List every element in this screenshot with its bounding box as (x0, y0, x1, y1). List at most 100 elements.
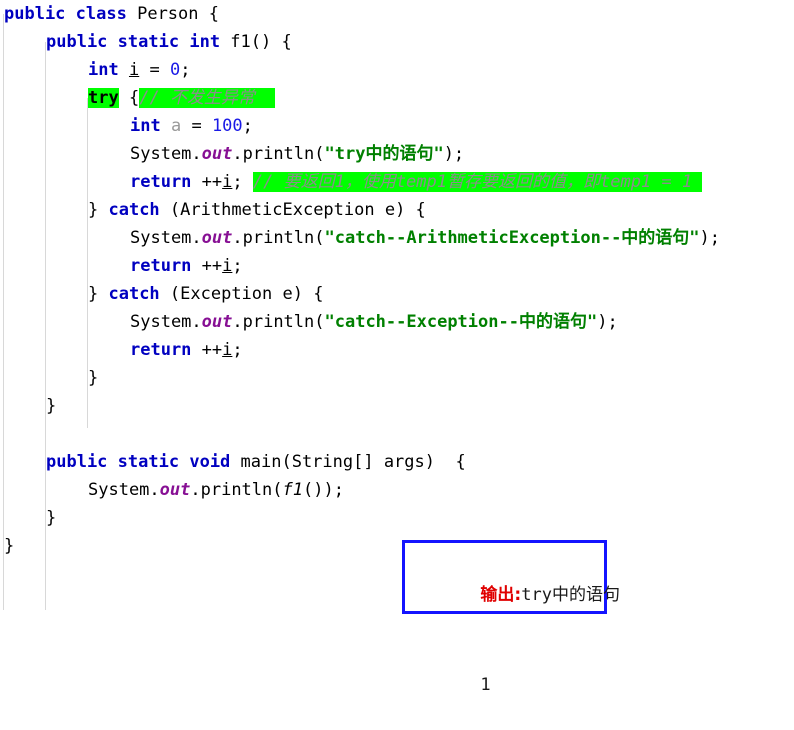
code-token: void (189, 452, 231, 472)
code-token: .println( (232, 144, 325, 164)
code-line[interactable]: System.out.println(f1()); (0, 476, 794, 504)
code-line[interactable]: int i = 0; (0, 56, 794, 84)
code-token: i (128, 60, 140, 80)
code-token: { (118, 88, 140, 108)
code-token: i (222, 172, 233, 192)
code-line[interactable]: public static void main(String[] args) { (0, 448, 794, 476)
code-token: ++ (191, 172, 223, 192)
code-line[interactable]: } catch (Exception e) { (0, 280, 794, 308)
code-token: public (4, 4, 66, 24)
code-token: ); (699, 228, 721, 248)
code-token: f1 (282, 480, 303, 500)
code-token: out (201, 312, 233, 332)
code-token: return (130, 172, 192, 192)
code-token: int (130, 116, 161, 136)
code-token: System. (88, 480, 160, 500)
code-token: out (201, 228, 233, 248)
code-token: ; (232, 340, 243, 360)
code-token: int (88, 60, 119, 80)
code-token: "try中的语句" (324, 144, 444, 164)
code-token: .println( (232, 312, 325, 332)
code-token: 100 (211, 116, 243, 136)
output-annotation-box: 输出:try中的语句 1 (402, 540, 620, 695)
output-value-2: 1 (480, 675, 491, 695)
code-line[interactable] (0, 420, 794, 448)
code-token: (ArithmeticException e) { (159, 200, 426, 220)
code-token: public (46, 452, 108, 472)
code-token: // 要返回1，使用temp1暂存要返回的值，即temp1 = 1 (252, 172, 703, 192)
code-token: static (117, 32, 180, 52)
code-token: main(String[] args) { (230, 452, 466, 472)
code-token: System. (130, 144, 202, 164)
code-token: (Exception e) { (159, 284, 324, 304)
code-token: ++ (191, 340, 223, 360)
code-token: out (159, 480, 191, 500)
code-line[interactable]: } (0, 532, 794, 560)
code-line[interactable]: } catch (ArithmeticException e) { (0, 196, 794, 224)
code-token: f1() { (220, 32, 292, 52)
code-token: i (222, 256, 233, 276)
code-line[interactable]: return ++i; (0, 336, 794, 364)
code-line[interactable]: System.out.println("catch--ArithmeticExc… (0, 224, 794, 252)
code-token: class (75, 4, 127, 24)
code-token: ); (443, 144, 465, 164)
code-token: int (189, 32, 221, 52)
code-token: try (88, 88, 119, 108)
code-token: } (88, 368, 99, 388)
code-editor[interactable]: public class Person {public static int f… (0, 0, 794, 695)
code-token: // 不发生异常 (139, 88, 276, 108)
code-token: static (117, 452, 180, 472)
code-line[interactable]: System.out.println("try中的语句"); (0, 140, 794, 168)
code-token: System. (130, 228, 202, 248)
code-line[interactable]: System.out.println("catch--Exception--中的… (0, 308, 794, 336)
code-token: out (201, 144, 233, 164)
code-token: = (139, 60, 170, 80)
code-line[interactable]: try {// 不发生异常 (0, 84, 794, 112)
code-token: System. (130, 312, 202, 332)
code-token: = (181, 116, 212, 136)
code-token: .println( (232, 228, 325, 248)
code-token: } (4, 536, 15, 556)
code-line[interactable]: public static int f1() { (0, 28, 794, 56)
code-token: "catch--ArithmeticException--中的语句" (324, 228, 700, 248)
code-line[interactable]: } (0, 392, 794, 420)
code-token: ; (242, 116, 253, 136)
code-line[interactable]: } (0, 364, 794, 392)
output-line-2: 1 (419, 640, 604, 730)
code-token: catch (108, 284, 160, 304)
code-token: a (170, 116, 182, 136)
code-line[interactable]: return ++i; (0, 252, 794, 280)
code-token: return (130, 340, 192, 360)
code-line[interactable]: return ++i; // 要返回1，使用temp1暂存要返回的值，即temp… (0, 168, 794, 196)
code-line[interactable]: } (0, 504, 794, 532)
code-token: Person { (126, 4, 219, 24)
code-token: i (222, 340, 233, 360)
code-token: public (46, 32, 108, 52)
code-token: ++ (191, 256, 223, 276)
code-token: ; (232, 256, 243, 276)
code-token: .println( (190, 480, 283, 500)
output-label: 输出: (480, 585, 522, 605)
code-token: ; (232, 172, 253, 192)
code-token: } (88, 284, 109, 304)
code-token: 0 (169, 60, 181, 80)
code-line[interactable]: public class Person { (0, 0, 794, 28)
output-value-1: try中的语句 (521, 585, 620, 605)
code-token: } (46, 508, 57, 528)
code-listing[interactable]: public class Person {public static int f… (0, 0, 794, 560)
code-token: } (46, 396, 57, 416)
code-token: catch (108, 200, 160, 220)
output-line-1: 输出:try中的语句 (419, 550, 620, 640)
code-token: } (88, 200, 109, 220)
code-token: return (130, 256, 192, 276)
code-token: ()); (302, 480, 344, 500)
code-token: "catch--Exception--中的语句" (324, 312, 598, 332)
code-line[interactable]: int a = 100; (0, 112, 794, 140)
